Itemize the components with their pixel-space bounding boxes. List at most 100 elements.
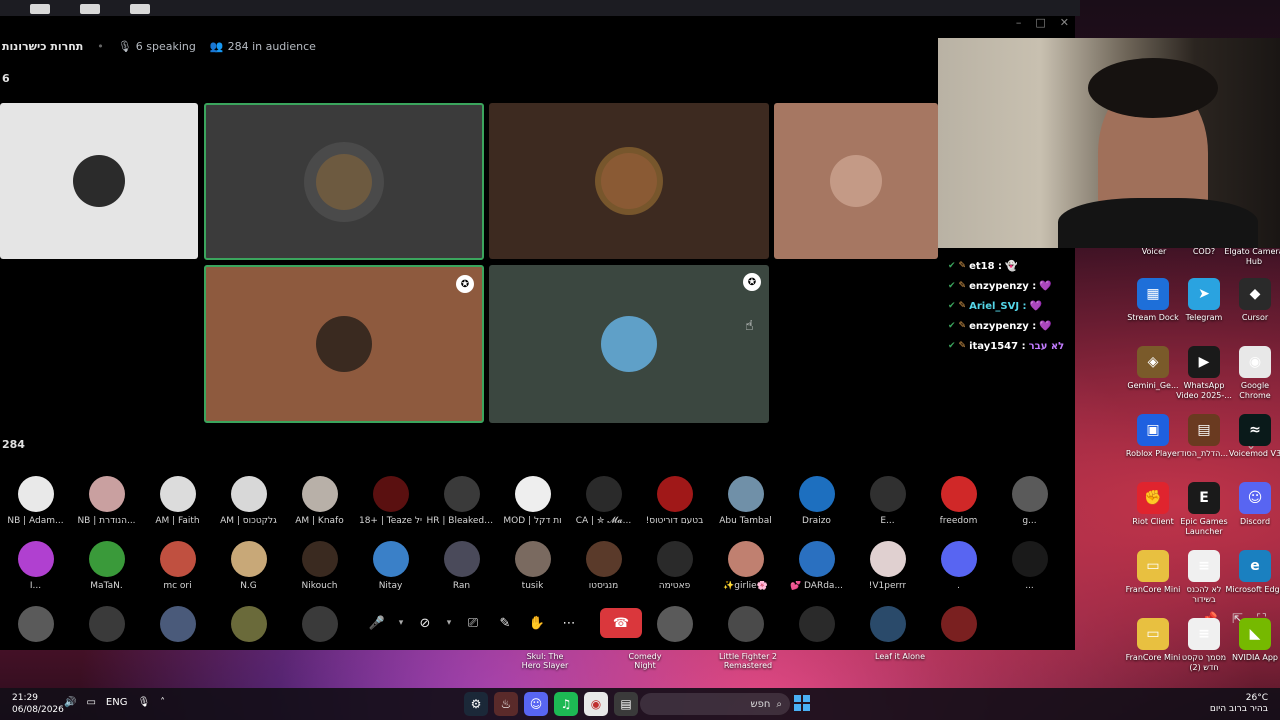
audience-member[interactable]: tusik	[497, 541, 568, 591]
audience-member[interactable]: AM | Knafo	[284, 476, 355, 526]
audience-member[interactable]: !בטעם דוריטוס	[639, 476, 710, 526]
audience-member[interactable]	[213, 606, 284, 642]
audience-member[interactable]: Draizo	[781, 476, 852, 526]
desktop-label[interactable]: Leaf it Alone	[872, 652, 928, 661]
audience-member[interactable]	[710, 606, 781, 642]
file-icon[interactable]	[130, 4, 150, 14]
audience-member[interactable]: Nitay	[355, 541, 426, 591]
speaker-tile[interactable]: ✪	[204, 265, 484, 423]
audience-member[interactable]	[781, 606, 852, 642]
language-indicator[interactable]: ENG	[106, 697, 128, 708]
steam-icon[interactable]: ⚙	[464, 692, 488, 716]
spotify-icon[interactable]: ♫	[554, 692, 578, 716]
audience-member[interactable]: MOD | ות דקל	[497, 476, 568, 526]
microphone-button[interactable]: 🎤	[362, 608, 392, 638]
microphone-icon[interactable]: 🎙	[137, 697, 150, 708]
audience-member[interactable]: מנגיסטו	[568, 541, 639, 591]
audience-member[interactable]	[71, 606, 142, 642]
audience-member[interactable]: ✨girlie🌸	[710, 541, 781, 591]
file-icon[interactable]	[80, 4, 100, 14]
chevron-down-icon[interactable]: ▾	[442, 608, 456, 638]
audience-member[interactable]	[639, 606, 710, 642]
close-button[interactable]: ✕	[1060, 16, 1069, 29]
speaker-tile[interactable]	[489, 103, 769, 259]
desktop-top-strip	[0, 0, 1080, 16]
speaker-tile[interactable]	[774, 103, 938, 259]
audience-member[interactable]: AM | Faith	[142, 476, 213, 526]
discord-icon[interactable]: ☺	[524, 692, 548, 716]
leave-call-button[interactable]: ☎	[600, 608, 642, 638]
audience-member[interactable]: Abu Tambal	[710, 476, 781, 526]
more-options-button[interactable]: ⋯	[554, 608, 584, 638]
avatar	[88, 541, 125, 577]
speaker-tile[interactable]: ✪	[489, 265, 769, 423]
audience-member[interactable]	[994, 606, 1065, 642]
activities-button[interactable]: ✎	[490, 608, 520, 638]
audience-member[interactable]	[142, 606, 213, 642]
audience-member[interactable]: Ran	[426, 541, 497, 591]
avatar	[316, 316, 372, 372]
taskbar-clock[interactable]: 21:29 06/08/2026	[12, 692, 64, 716]
desktop-label[interactable]: Comedy Night	[620, 652, 670, 670]
chevron-up-icon[interactable]: ˄	[160, 697, 165, 708]
audience-member[interactable]: MaTaN.	[71, 541, 142, 591]
stage-title: תחרות כישרונות	[2, 39, 84, 53]
weather-widget[interactable]: 26°C בהיר ברוב היום	[1210, 693, 1268, 715]
speaker-tile[interactable]	[0, 103, 198, 259]
maximize-button[interactable]: □	[1035, 16, 1045, 29]
speaker-tile[interactable]	[204, 103, 484, 260]
raise-hand-button[interactable]: ✋	[522, 608, 552, 638]
desktop-icon[interactable]: ◆ Cursor	[1225, 278, 1280, 323]
windows-start-icon[interactable]	[794, 695, 810, 711]
audience-member-name: tusik	[521, 581, 544, 591]
chevron-down-icon[interactable]: ▾	[394, 608, 408, 638]
app-icon[interactable]: ♨	[494, 692, 518, 716]
audience-member[interactable]: E...	[852, 476, 923, 526]
chat-message: ✔ ✎ Ariel_SVJ : 💜	[948, 296, 1074, 316]
camera-off-button[interactable]: ⊘	[410, 608, 440, 638]
chrome-icon[interactable]: ◉	[584, 692, 608, 716]
audience-member[interactable]: !V1perrr	[852, 541, 923, 591]
audience-member-name: Nitay	[378, 581, 403, 591]
badge-icon: ✔	[948, 341, 956, 351]
desktop-icon[interactable]: ◣ NVIDIA App	[1225, 618, 1280, 663]
audience-member[interactable]	[284, 606, 355, 642]
desktop-icon-label: Gemini_Ge...	[1127, 381, 1179, 390]
volume-icon[interactable]: 🔊	[64, 697, 76, 708]
audience-member[interactable]: פאטימה	[639, 541, 710, 591]
audience-member[interactable]: 18+ | Teaze יל	[355, 476, 426, 526]
desktop-icon[interactable]: e Microsoft Edge	[1225, 550, 1280, 595]
audience-member[interactable]: 💕 DARda...	[781, 541, 852, 591]
audience-member[interactable]	[0, 606, 71, 642]
audience-member[interactable]: NB | הנודרת...	[71, 476, 142, 526]
audience-member[interactable]: CA | ✮ 𝓜𝓪...	[568, 476, 639, 526]
audience-member[interactable]: mc ori	[142, 541, 213, 591]
audience-member[interactable]: I...	[0, 541, 71, 591]
chat-message: ✔ ✎ itay1547 : לא עבר	[948, 336, 1074, 356]
screen-share-button[interactable]: ⎚	[458, 608, 488, 638]
desktop-label[interactable]: Little Fighter 2 Remastered	[718, 652, 778, 670]
audience-member[interactable]: HR | BleakedA...	[426, 476, 497, 526]
audience-member[interactable]: AM | גלקטכוס	[213, 476, 284, 526]
display-icon[interactable]: ▭	[86, 697, 95, 708]
audience-member[interactable]: .	[923, 541, 994, 591]
audience-member[interactable]	[852, 606, 923, 642]
desktop-icon-elgato[interactable]: Elgato Camera Hub	[1224, 244, 1280, 267]
audience-member[interactable]: Nikouch	[284, 541, 355, 591]
desktop-icon[interactable]: ◉ Google Chrome	[1225, 346, 1280, 401]
minimize-button[interactable]: –	[1016, 16, 1022, 29]
desktop-icon[interactable]: ☺ Discord	[1225, 482, 1280, 527]
audience-member[interactable]: freedom	[923, 476, 994, 526]
audience-member[interactable]: ...	[994, 541, 1065, 591]
audience-member[interactable]: NB | Adam...	[0, 476, 71, 526]
avatar	[830, 155, 882, 207]
chat-text: לא עבר	[1028, 340, 1065, 352]
file-icon[interactable]	[30, 4, 50, 14]
file-explorer-icon[interactable]: ▤	[614, 692, 638, 716]
audience-member[interactable]: g...	[994, 476, 1065, 526]
desktop-icon[interactable]: ≈ Voicemod V3	[1225, 414, 1280, 459]
desktop-label[interactable]: Skul: The Hero Slayer	[520, 652, 570, 670]
taskbar-search[interactable]: חפש ⌕	[640, 693, 790, 715]
audience-member[interactable]	[923, 606, 994, 642]
audience-member[interactable]: N.G	[213, 541, 284, 591]
